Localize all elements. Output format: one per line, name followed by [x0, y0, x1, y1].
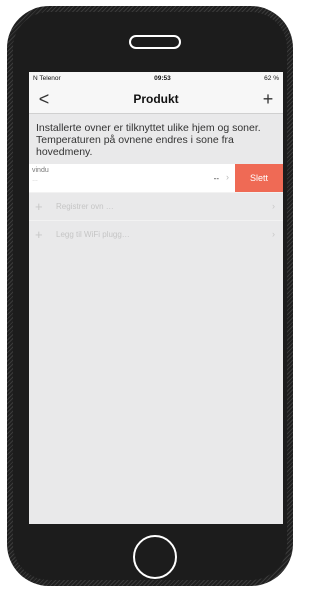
- nav-bar: < Produkt +: [29, 85, 283, 114]
- plus-icon: +: [35, 199, 43, 214]
- chevron-right-icon: ›: [272, 201, 275, 211]
- add-wifi-plug-row[interactable]: + Legg til WiFi plugg… ›: [29, 220, 283, 248]
- page-title: Produkt: [133, 92, 179, 106]
- info-text: Installerte ovner er tilknyttet ulike hj…: [29, 114, 283, 164]
- info-line-1: Installerte ovner er tilknyttet ulike hj…: [36, 122, 261, 134]
- battery-label: 62 %: [264, 75, 279, 82]
- device-subtitle: …: [32, 177, 38, 183]
- chevron-right-icon: ›: [272, 229, 275, 239]
- device-name: vindu: [32, 167, 49, 174]
- delete-button[interactable]: Slett: [235, 164, 283, 192]
- carrier-label: N Telenor: [33, 75, 61, 82]
- device-row-main[interactable]: vindu … -- ›: [29, 164, 235, 192]
- register-oven-label: Registrer ovn …: [56, 202, 114, 211]
- device-value: --: [213, 174, 219, 183]
- info-line-2: Temperaturen på ovnene endres i sone fra…: [36, 134, 234, 158]
- home-button[interactable]: [133, 535, 177, 579]
- device-row[interactable]: vindu … -- › Slett: [29, 164, 283, 192]
- add-plus-icon[interactable]: +: [259, 90, 277, 108]
- app-screen: N Telenor 09:53 62 % < Produkt + Install…: [29, 72, 283, 524]
- chevron-right-icon: ›: [226, 172, 229, 182]
- plus-icon: +: [35, 227, 43, 242]
- add-wifi-plug-label: Legg til WiFi plugg…: [56, 230, 130, 239]
- status-bar: N Telenor 09:53 62 %: [29, 72, 283, 85]
- time-label: 09:53: [154, 75, 171, 82]
- register-oven-row[interactable]: + Registrer ovn … ›: [29, 192, 283, 220]
- speaker-slot: [129, 35, 181, 49]
- back-chevron-icon[interactable]: <: [35, 90, 53, 108]
